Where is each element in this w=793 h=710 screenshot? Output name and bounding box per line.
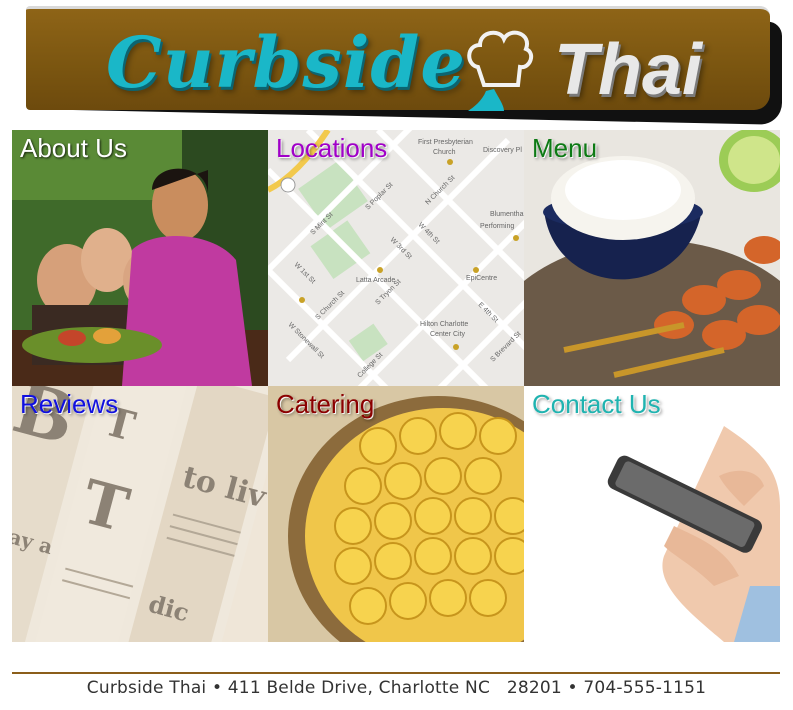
- svg-text:Hilton Charlotte: Hilton Charlotte: [420, 321, 468, 328]
- svg-text:Blumenthal: Blumenthal: [490, 211, 524, 218]
- reviews-newspaper-photo: B T T to liv oday a dic: [12, 386, 268, 642]
- tile-catering-label: Catering: [276, 389, 375, 419]
- tile-about-us[interactable]: About Us: [12, 130, 268, 386]
- chef-hat-icon: [467, 30, 534, 111]
- svg-text:Performing: Performing: [480, 223, 514, 230]
- tile-reviews[interactable]: B T T to liv oday a dic Reviews: [12, 386, 268, 642]
- tile-catering[interactable]: Catering: [268, 386, 524, 642]
- locations-map: First Presbyterian Church Discovery Pl S…: [268, 130, 524, 386]
- tile-contact-us-label: Contact Us: [532, 389, 661, 419]
- svg-text:First Presbyterian: First Presbyterian: [418, 139, 473, 146]
- tile-about-us-label: About Us: [20, 133, 127, 163]
- catering-photo: [268, 386, 524, 642]
- tile-locations[interactable]: First Presbyterian Church Discovery Pl S…: [268, 130, 524, 386]
- site-banner[interactable]: Curbside Thai: [26, 6, 770, 111]
- tile-reviews-label: Reviews: [20, 389, 119, 419]
- svg-text:Latta Arcade: Latta Arcade: [356, 277, 395, 284]
- footer-address: Curbside Thai • 411 Belde Drive, Charlot…: [86, 678, 707, 698]
- navigation-grid: About Us First Presbyterian Church Disco…: [12, 130, 780, 642]
- svg-text:EpiCentre: EpiCentre: [466, 275, 497, 282]
- contact-phone-photo: [524, 386, 780, 642]
- tile-locations-label: Locations: [276, 133, 388, 163]
- about-us-photo: [12, 130, 268, 386]
- tile-menu[interactable]: Menu: [524, 130, 780, 386]
- logo-word-thai: Thai: [554, 30, 703, 110]
- svg-text:Church: Church: [433, 149, 456, 156]
- logo-word-curbside: Curbside: [106, 21, 466, 104]
- svg-text:Discovery Pl: Discovery Pl: [483, 147, 522, 154]
- svg-text:Center City: Center City: [430, 331, 466, 338]
- menu-photo: [524, 130, 780, 386]
- tile-contact-us[interactable]: Contact Us: [524, 386, 780, 642]
- tile-menu-label: Menu: [532, 133, 598, 163]
- footer-divider: [12, 672, 780, 674]
